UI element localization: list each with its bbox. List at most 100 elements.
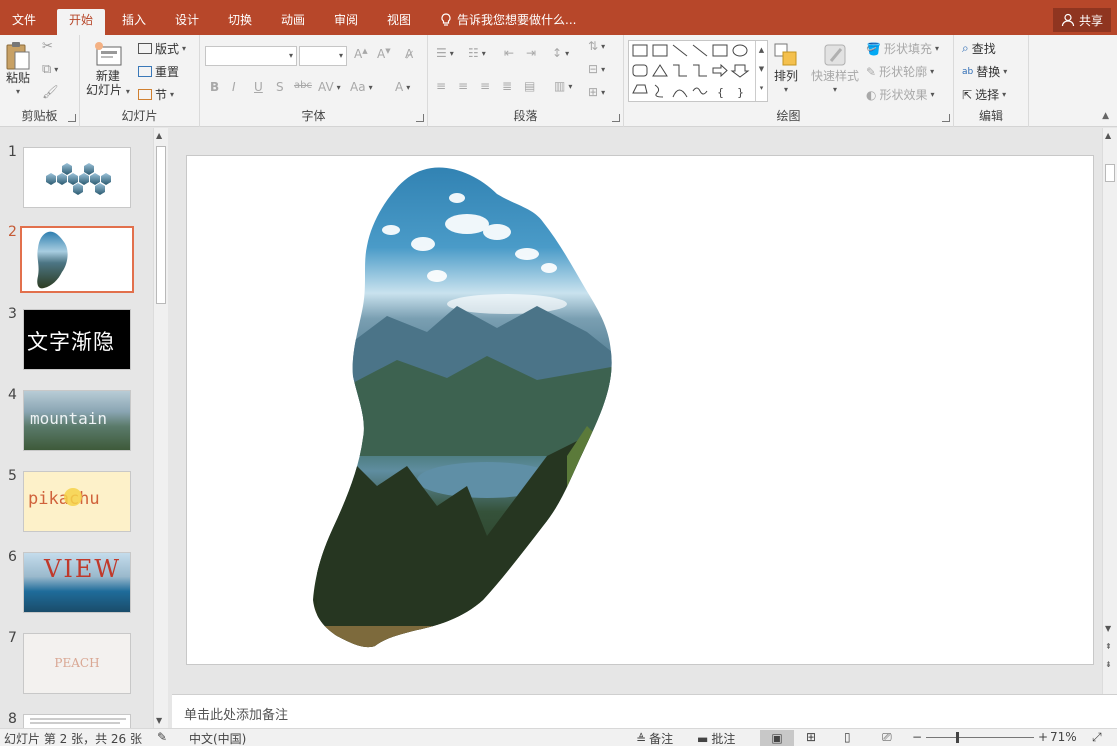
normal-view-button[interactable]: ▣ (760, 730, 794, 746)
slideshow-button[interactable]: ⎚ (882, 730, 892, 745)
thumbnail-slide-4[interactable]: mountain (23, 390, 131, 451)
shape-outline-button[interactable]: ✎ 形状轮廓 ▾ (866, 63, 934, 80)
font-size-select[interactable]: ▾ (299, 46, 347, 66)
thumb-number: 2 (8, 224, 17, 240)
tab-home[interactable]: 开始 (57, 9, 106, 35)
landscape-shape-thumb (37, 231, 68, 289)
collapse-ribbon-icon[interactable]: ▲ (1102, 111, 1109, 121)
font-launcher-icon[interactable] (416, 114, 424, 122)
find-button[interactable]: ⌕ 查找 (962, 40, 996, 57)
align-center-icon: ≡ (458, 79, 469, 93)
section-button[interactable]: 节 ▾ (138, 86, 174, 103)
underline-button[interactable]: U (254, 80, 263, 94)
new-slide-button[interactable]: 新建 幻灯片 ▾ (86, 41, 130, 99)
scroll-up-icon[interactable]: ▲ (1105, 131, 1111, 140)
copy-button[interactable]: ⧉ ▾ (42, 62, 58, 77)
replace-button[interactable]: ab 替换 ▾ (962, 63, 1007, 80)
line-spacing-button[interactable]: ↕ ▾ (552, 46, 569, 60)
paragraph-launcher-icon[interactable] (612, 114, 620, 122)
align-text-button[interactable]: ⊟ ▾ (588, 62, 605, 76)
zoom-level[interactable]: 71% (1050, 730, 1077, 744)
scroll-thumb[interactable] (1105, 164, 1115, 182)
slide-canvas[interactable] (186, 155, 1094, 665)
smartart-button[interactable]: ⊞ ▾ (588, 85, 605, 99)
scroll-up-icon[interactable]: ▲ (156, 131, 162, 140)
text-direction-button[interactable]: ⇅ ▾ (588, 39, 605, 53)
thumbnail-slide-6[interactable]: VIEW (23, 552, 131, 613)
change-case-button[interactable]: Aa ▾ (350, 80, 373, 94)
previous-slide-icon[interactable]: ⇞ (1105, 642, 1112, 651)
shape-fill-button[interactable]: 🪣 形状填充 ▾ (866, 40, 939, 57)
tab-insert[interactable]: 插入 (110, 9, 158, 35)
bold-button[interactable]: B (210, 80, 219, 94)
tab-transitions[interactable]: 切换 (216, 9, 264, 35)
fit-to-window-icon[interactable]: ⤢ (1092, 730, 1102, 745)
notes-pane[interactable]: 单击此处添加备注 (172, 694, 1117, 728)
bullets-button[interactable]: ☰ ▾ (436, 46, 454, 60)
clear-format-button[interactable]: A̷ (405, 47, 413, 61)
thumbnail-slide-3[interactable]: 文字渐隐 (23, 309, 131, 370)
clipboard-launcher-icon[interactable] (68, 114, 76, 122)
reading-view-button[interactable]: ▯ (844, 730, 851, 744)
select-button[interactable]: ⇱ 选择 ▾ (962, 86, 1006, 103)
increase-indent-button[interactable]: ⇥ (526, 46, 536, 60)
thumbnail-slide-8[interactable] (23, 714, 131, 728)
scroll-down-icon[interactable]: ▼ (1105, 624, 1111, 633)
distribute-button[interactable]: ▤ (524, 79, 535, 93)
decrease-indent-button[interactable]: ⇤ (504, 46, 514, 60)
justify-button[interactable]: ≣ (502, 79, 512, 93)
tab-design[interactable]: 设计 (163, 9, 211, 35)
scroll-down-icon[interactable]: ▼ (156, 716, 162, 725)
cut-button[interactable]: ✂ (42, 39, 53, 54)
scroll-thumb[interactable] (156, 146, 166, 304)
notes-toggle-button[interactable]: ≜ 备注 (636, 730, 673, 746)
gallery-scroll[interactable]: ▲ ▼ ▾ (755, 41, 767, 101)
tab-view[interactable]: 视图 (375, 9, 423, 35)
italic-button[interactable]: I (232, 80, 236, 94)
font-color-button[interactable]: A ▾ (395, 80, 410, 94)
thumbnail-slide-5[interactable]: pikachu (23, 471, 131, 532)
zoom-slider[interactable] (926, 732, 1034, 743)
next-slide-icon[interactable]: ⇟ (1105, 660, 1112, 669)
align-right-button[interactable]: ≡ (480, 79, 490, 93)
shape-effects-button[interactable]: ◐ 形状效果 ▾ (866, 86, 935, 103)
tab-file[interactable]: 文件 (0, 9, 48, 35)
zoom-out-button[interactable]: − (912, 730, 922, 744)
shapes-gallery[interactable]: {} ▲ ▼ ▾ (628, 40, 768, 102)
landscape-shape-image[interactable] (187, 156, 1093, 664)
align-center-button[interactable]: ≡ (458, 79, 468, 93)
thumbnail-slide-7[interactable]: PEACH (23, 633, 131, 694)
quick-styles-button[interactable]: 快速样式 ▾ (811, 41, 859, 97)
numbering-button[interactable]: ☷ ▾ (468, 46, 486, 60)
thumbnail-slide-2[interactable] (20, 226, 134, 293)
decrease-font-button[interactable]: A▼ (377, 47, 391, 61)
zoom-slider-thumb[interactable] (956, 732, 959, 743)
spell-check-icon[interactable]: ✎ (157, 730, 167, 744)
strikethrough-button[interactable]: abc (294, 80, 312, 91)
zoom-in-button[interactable]: + (1038, 730, 1048, 744)
drawing-launcher-icon[interactable] (942, 114, 950, 122)
arrange-button[interactable]: 排列 ▾ (772, 41, 800, 97)
tab-animations[interactable]: 动画 (269, 9, 317, 35)
font-name-select[interactable]: ▾ (205, 46, 297, 66)
tab-review[interactable]: 审阅 (322, 9, 370, 35)
thumbnail-slide-1[interactable] (23, 147, 131, 208)
thumbnail-scrollbar[interactable]: ▲ ▼ (153, 128, 168, 728)
slide-sorter-button[interactable]: ⊞ (806, 730, 816, 744)
shapes-gallery-icons: {} (632, 44, 750, 99)
format-painter-button[interactable]: 🖌 (42, 85, 59, 100)
share-label: 共享 (1078, 13, 1103, 28)
comments-toggle-button[interactable]: ▬ 批注 (697, 730, 735, 746)
increase-font-button[interactable]: A▲ (354, 47, 368, 61)
tell-me-box[interactable]: 告诉我您想要做什么... (440, 9, 576, 31)
paste-button[interactable]: 粘贴 ▾ (5, 41, 31, 99)
reset-button[interactable]: 重置 (138, 63, 179, 80)
align-left-button[interactable]: ≡ (436, 79, 446, 93)
columns-button[interactable]: ▥ ▾ (554, 79, 572, 93)
shadow-button[interactable]: S (276, 80, 284, 94)
layout-button[interactable]: 版式 ▾ (138, 40, 186, 57)
char-spacing-button[interactable]: AV ▾ (318, 80, 341, 94)
share-button[interactable]: 共享 (1052, 8, 1111, 32)
language-indicator[interactable]: 中文(中国) (189, 730, 246, 746)
editor-vertical-scrollbar[interactable]: ▲ ▼ ⇞ ⇟ (1102, 128, 1117, 694)
